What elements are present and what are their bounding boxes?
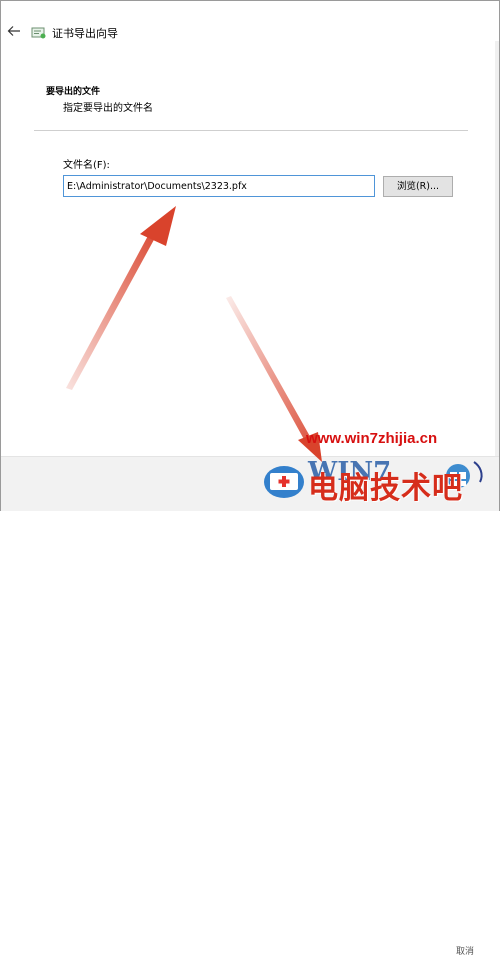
section-title: 要导出的文件	[46, 87, 101, 97]
certificate-icon	[31, 25, 47, 39]
browse-button[interactable]: 浏览(R)...	[383, 176, 453, 197]
cancel-button[interactable]: 取消	[456, 944, 474, 957]
file-name-input[interactable]	[63, 175, 375, 197]
title-bar: 证书导出向导	[1, 1, 499, 59]
header-divider	[34, 130, 468, 131]
wizard-title: 证书导出向导	[52, 27, 118, 40]
watermark-url: www.win7zhijia.cn	[306, 430, 438, 447]
watermark-brand: 电脑技术吧	[308, 471, 463, 506]
back-arrow-icon[interactable]	[6, 23, 22, 39]
section-description: 指定要导出的文件名	[63, 103, 153, 114]
file-name-label: 文件名(F):	[63, 160, 110, 171]
scrollbar-track[interactable]	[495, 41, 499, 471]
